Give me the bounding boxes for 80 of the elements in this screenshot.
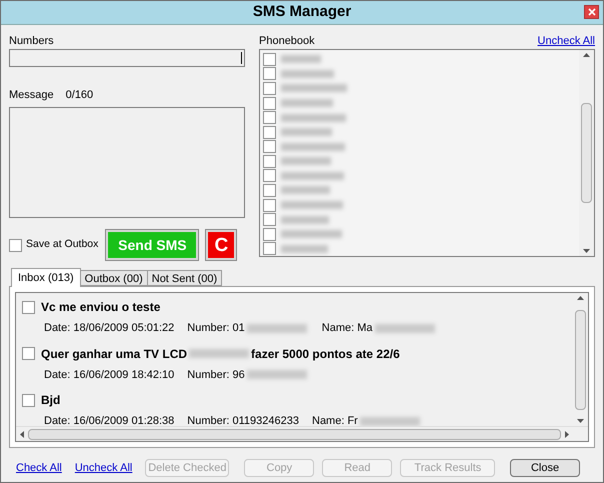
contact-checkbox[interactable]: [263, 111, 276, 124]
window-title: SMS Manager: [252, 2, 352, 22]
contact-checkbox[interactable]: [263, 198, 276, 212]
blurred-contact-name: [281, 201, 343, 210]
message-text: Number: 01: [187, 321, 245, 336]
blurred-contact-name: [281, 216, 329, 224]
message-text: Name: Ma: [322, 321, 373, 336]
clear-button[interactable]: C: [206, 230, 236, 260]
contact-checkbox[interactable]: [263, 67, 276, 80]
down-arrow-icon[interactable]: [583, 249, 590, 253]
uncheck-all-link[interactable]: Uncheck All: [538, 33, 595, 47]
message-text: Bjd: [41, 392, 60, 409]
blurred-contact-name: [281, 244, 328, 253]
message-label: Message: [9, 88, 54, 101]
blurred-contact-name: [281, 114, 346, 122]
blurred-contact-name: [281, 128, 332, 136]
contact-checkbox[interactable]: [263, 96, 276, 110]
footer-link[interactable]: Uncheck All: [74, 460, 132, 476]
horizontal-scrollbar[interactable]: [16, 426, 588, 441]
message-text: Date: 18/06/2009 05:01:22: [44, 321, 174, 336]
right-arrow-icon[interactable]: [565, 430, 569, 438]
tab[interactable]: Not Sent (00): [148, 270, 222, 286]
contact-checkbox[interactable]: [263, 169, 276, 182]
contact-checkbox[interactable]: [263, 213, 276, 226]
blurred-text: [189, 349, 250, 358]
contact-checkbox[interactable]: [263, 228, 276, 241]
message-text: Date: 16/06/2009 01:28:38: [44, 414, 174, 426]
message-text: Quer ganhar uma TV LCD: [41, 346, 188, 362]
numbers-label: Numbers: [9, 34, 55, 47]
up-arrow-icon[interactable]: [583, 53, 590, 57]
character-counter: 0/160: [66, 88, 94, 101]
message-checkbox[interactable]: [22, 300, 35, 314]
blurred-text: [246, 370, 307, 380]
message-checkbox[interactable]: [22, 394, 35, 406]
blurred-contact-name: [281, 70, 334, 78]
message-text: Date: 16/06/2009 18:42:10: [44, 368, 174, 382]
footer-button[interactable]: Close: [510, 459, 580, 477]
save-at-outbox-checkbox[interactable]: [9, 238, 22, 252]
blurred-contact-name: [281, 186, 330, 194]
close-button[interactable]: [584, 5, 599, 19]
scroll-thumb[interactable]: [28, 428, 561, 440]
blurred-contact-name: [281, 172, 344, 180]
up-arrow-icon[interactable]: [577, 296, 584, 300]
message-text: Number: 96: [187, 368, 245, 382]
phonebook-label: Phonebook: [259, 34, 315, 47]
blurred-text: [374, 324, 435, 333]
message-scrollbar[interactable]: [573, 293, 588, 426]
blurred-contact-name: [281, 99, 333, 108]
scroll-thumb[interactable]: [575, 310, 586, 410]
phonebook-scrollbar[interactable]: [579, 50, 594, 256]
numbers-field[interactable]: [9, 49, 245, 67]
message-text: fazer 5000 pontos ate 22/6: [251, 346, 400, 362]
blurred-contact-name: [281, 157, 331, 166]
message-text: Name: Fr: [312, 414, 358, 426]
contact-checkbox[interactable]: [263, 242, 276, 256]
blurred-contact-name: [281, 55, 321, 64]
blurred-contact-name: [281, 84, 347, 92]
tab[interactable]: Inbox (013): [11, 268, 81, 287]
save-at-outbox-label: Save at Outbox: [26, 237, 98, 252]
contact-checkbox[interactable]: [263, 154, 276, 168]
close-icon: [588, 8, 596, 16]
blurred-contact-name: [281, 230, 342, 238]
scroll-thumb[interactable]: [581, 103, 592, 203]
blurred-text: [246, 324, 307, 333]
blurred-text: [360, 416, 420, 426]
left-arrow-icon[interactable]: [20, 430, 24, 438]
text-cursor: [241, 52, 242, 64]
contact-checkbox[interactable]: [263, 140, 276, 154]
contact-checkbox[interactable]: [263, 82, 276, 95]
contact-checkbox[interactable]: [263, 52, 276, 66]
footer-link[interactable]: Check All: [16, 460, 62, 476]
message-checkbox[interactable]: [22, 347, 35, 360]
message-field[interactable]: [9, 107, 245, 218]
down-arrow-icon[interactable]: [577, 419, 584, 423]
blurred-contact-name: [281, 142, 345, 151]
contact-checkbox[interactable]: [263, 126, 276, 139]
contact-checkbox[interactable]: [263, 184, 276, 197]
tab[interactable]: Outbox (00): [80, 270, 148, 286]
message-text: Number: 01193246233: [187, 414, 299, 426]
message-text: Vc me enviou o teste: [41, 299, 160, 316]
